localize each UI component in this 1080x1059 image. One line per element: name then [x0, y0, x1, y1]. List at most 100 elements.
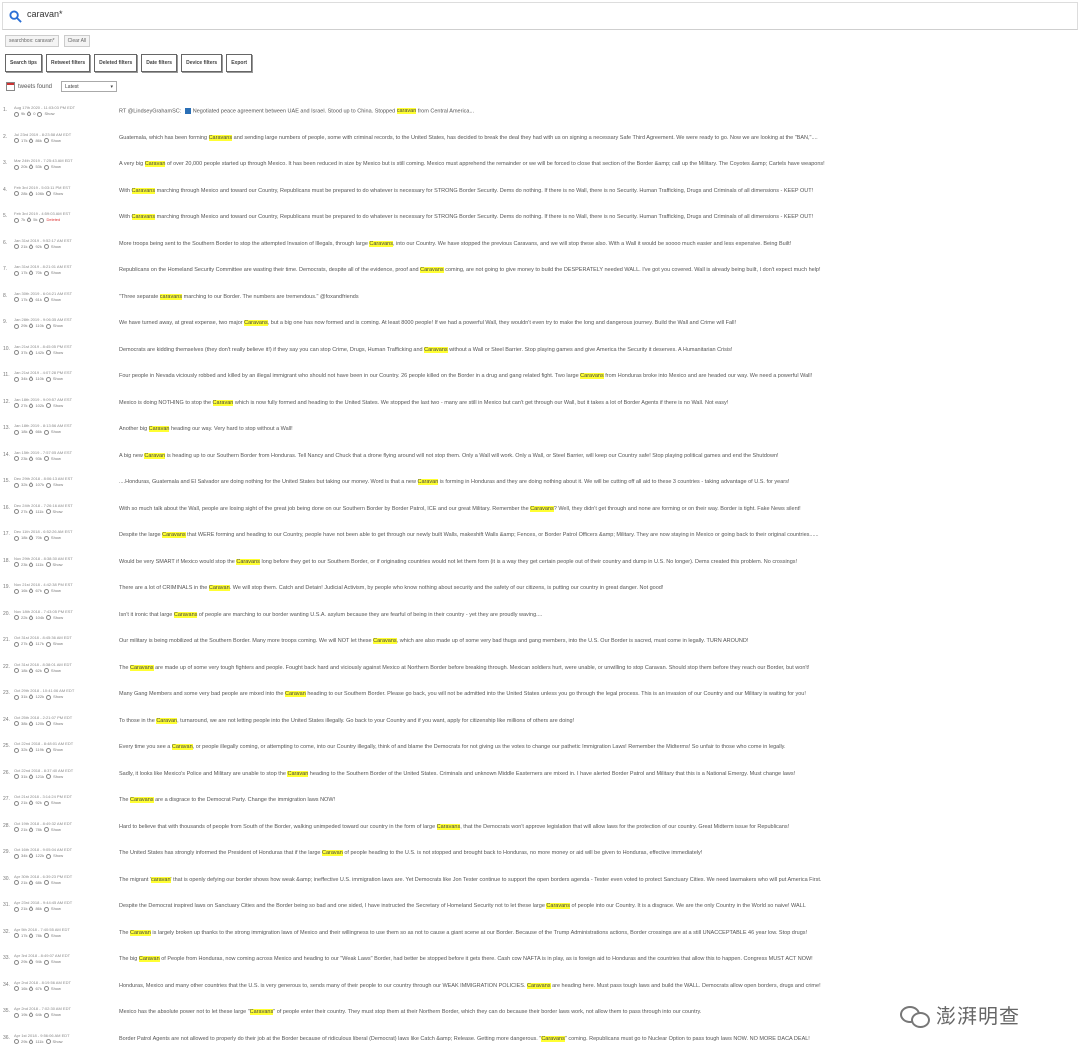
show-link[interactable]: Show — [53, 350, 63, 356]
tweet-date-link[interactable]: Jan 28th 2019 - 9:06:35 AM EST — [14, 317, 114, 322]
tweet-date-link[interactable]: Dec 29th 2018 - 8:06:13 AM EST — [14, 476, 114, 481]
tweet-text[interactable]: Despite the Democrat inspired laws on Sa… — [119, 903, 1077, 910]
date-filters-button[interactable]: Date filters — [141, 54, 178, 72]
show-link[interactable]: Show — [53, 509, 63, 515]
show-link[interactable]: Show — [53, 774, 63, 780]
tweet-text[interactable]: Democrats are kidding themselves (they d… — [119, 346, 1077, 354]
tweet-text[interactable]: Our military is being mobilized at the S… — [119, 638, 1077, 645]
show-link[interactable]: Show — [51, 933, 61, 939]
show-link[interactable]: Show — [44, 111, 54, 117]
show-link[interactable]: Show — [51, 1012, 61, 1018]
clear-all-button[interactable]: Clear All — [63, 35, 91, 47]
tweet-text[interactable]: Would be very SMART if Mexico would stop… — [119, 558, 1077, 566]
tweet-date-link[interactable]: Jan 30th 2019 - 6:04:21 AM EST — [14, 291, 114, 296]
tweet-text[interactable]: Isn't it ironic that large Caravans of p… — [119, 611, 1077, 619]
show-link[interactable]: Show — [53, 323, 63, 329]
tweet-text[interactable]: More troops being sent to the Southern B… — [119, 240, 1077, 248]
show-link[interactable]: Show — [51, 456, 61, 462]
tweet-text[interactable]: The Caravan is largely broken up thanks … — [119, 929, 1077, 937]
tweet-text[interactable]: Many Gang Members and some very bad peop… — [119, 691, 1077, 698]
show-link[interactable]: Show — [53, 853, 63, 859]
show-link[interactable]: Show — [51, 827, 61, 833]
tweet-date-link[interactable]: Apr 23rd 2018 - 9:44:45 AM EDT — [14, 900, 114, 905]
sort-select[interactable]: Latest ▾ — [61, 81, 118, 92]
tweet-text[interactable]: The migrant 'caravan' that is openly def… — [119, 876, 1077, 884]
tweet-date-link[interactable]: Jan 21st 2019 - 8:45:05 PM EST — [14, 344, 114, 349]
tweet-text[interactable]: RT @LindseyGrahamSC: Negotiated peace ag… — [119, 108, 1077, 115]
tweet-text[interactable]: Four people in Nevada viciously robbed a… — [119, 373, 1077, 380]
tweet-text[interactable]: With Caravans marching through Mexico an… — [119, 187, 1077, 195]
tweet-date-link[interactable]: Jul 23rd 2019 - 8:23:58 AM EDT — [14, 132, 114, 137]
show-link[interactable]: Show — [51, 986, 61, 992]
tweet-date-link[interactable]: Nov 29th 2018 - 8:38:30 AM EST — [14, 556, 114, 561]
tweet-date-link[interactable]: Mar 24th 2019 - 7:25:43 AM EDT — [14, 158, 114, 163]
show-link[interactable]: Show — [53, 641, 63, 647]
tweet-text[interactable]: ....Honduras, Guatemala and El Salvador … — [119, 479, 1077, 486]
tweet-date-link[interactable]: Oct 22nd 2018 - 8:37:40 AM EDT — [14, 768, 114, 773]
tweet-text[interactable]: To those in the Caravan, turnaround, we … — [119, 717, 1077, 725]
show-link[interactable]: Show — [53, 562, 63, 568]
tweet-date-link[interactable]: Nov 21st 2018 - 4:42:38 PM EST — [14, 582, 114, 587]
tweet-date-link[interactable]: Jan 18th 2019 - 8:13:56 AM EST — [14, 423, 114, 428]
tweet-date-link[interactable]: Oct 31st 2018 - 8:45:36 AM EDT — [14, 635, 114, 640]
tweet-text[interactable]: The United States has strongly informed … — [119, 850, 1077, 857]
tweet-date-link[interactable]: Jan 31st 2019 - 9:52:17 AM EST — [14, 238, 114, 243]
tweet-date-link[interactable]: Apr 2nd 2018 - 7:02:30 AM EDT — [14, 1006, 114, 1011]
tweet-text[interactable]: Every time you see a Caravan, or people … — [119, 744, 1077, 751]
filter-chip-searchbox[interactable]: searchbox: caravan* — [5, 35, 59, 47]
show-link[interactable]: Show — [53, 191, 63, 197]
tweet-text[interactable]: Sadly, it looks like Mexico's Police and… — [119, 770, 1077, 778]
retweet-filters-button[interactable]: Retweet filters — [45, 54, 91, 72]
search-tips-button[interactable]: Search tips — [5, 54, 42, 72]
tweet-date-link[interactable]: Feb 3rd 2019 - 4:59:03 AM EST — [14, 211, 114, 216]
tweet-date-link[interactable]: Oct 25th 2018 - 2:21:07 PM EDT — [14, 715, 114, 720]
show-link[interactable]: Show — [51, 164, 61, 170]
show-link[interactable]: Show — [53, 403, 63, 409]
show-link[interactable]: Deleted — [46, 217, 60, 223]
tweet-date-link[interactable]: Oct 22nd 2018 - 8:48:01 AM EDT — [14, 741, 114, 746]
tweet-text[interactable]: Mexico is doing NOTHING to stop the Cara… — [119, 399, 1077, 407]
search-bar[interactable] — [2, 2, 1078, 30]
tweet-date-link[interactable]: Oct 16th 2018 - 9:05:04 AM EDT — [14, 847, 114, 852]
tweet-text[interactable]: "Three separate caravans marching to our… — [119, 293, 1077, 301]
tweet-date-link[interactable]: Apr 3rd 2018 - 8:49:07 AM EDT — [14, 953, 114, 958]
tweet-text[interactable]: With Caravans marching through Mexico an… — [119, 214, 1077, 221]
show-link[interactable]: Show — [53, 721, 63, 727]
show-link[interactable]: Show — [51, 800, 61, 806]
tweet-date-link[interactable]: Jan 18th 2019 - 9:09:57 AM EST — [14, 397, 114, 402]
show-link[interactable]: Show — [53, 376, 63, 382]
tweet-date-link[interactable]: Oct 19th 2018 - 8:49:32 AM EDT — [14, 821, 114, 826]
tweet-date-link[interactable]: Jan 21st 2019 - 4:07:28 PM EST — [14, 370, 114, 375]
tweet-date-link[interactable]: Oct 21st 2018 - 3:14:24 PM EDT — [14, 794, 114, 799]
show-link[interactable]: Show — [53, 615, 63, 621]
tweet-text[interactable]: Another big Caravan heading our way. Ver… — [119, 426, 1077, 433]
show-link[interactable]: Show — [51, 959, 61, 965]
tweet-date-link[interactable]: Jan 15th 2019 - 7:57:05 AM EST — [14, 450, 114, 455]
tweet-text[interactable]: The big Caravan of People from Honduras,… — [119, 956, 1077, 963]
tweet-date-link[interactable]: Nov 18th 2018 - 7:43:05 PM EST — [14, 609, 114, 614]
show-link[interactable]: Show — [51, 297, 61, 303]
tweet-date-link[interactable]: Feb 3rd 2019 - 5:03:11 PM EST — [14, 185, 114, 190]
tweet-date-link[interactable]: Oct 29th 2018 - 10:41:06 AM EDT — [14, 688, 114, 693]
search-input[interactable] — [25, 8, 629, 20]
show-link[interactable]: Show — [51, 270, 61, 276]
export-button[interactable]: Export — [226, 54, 253, 72]
tweet-text[interactable]: We have turned away, at great expense, t… — [119, 320, 1077, 327]
tweet-text[interactable]: With so much talk about the Wall, people… — [119, 505, 1077, 513]
tweet-text[interactable]: A big new Caravan is heading up to our S… — [119, 452, 1077, 460]
tweet-text[interactable]: The Caravans are a disgrace to the Democ… — [119, 797, 1077, 804]
tweet-text[interactable]: A very big Caravan of over 20,000 people… — [119, 161, 1077, 168]
show-link[interactable]: Show — [51, 244, 61, 250]
show-link[interactable]: Show — [51, 668, 61, 674]
tweet-text[interactable]: Hard to believe that with thousands of p… — [119, 823, 1077, 831]
show-link[interactable]: Show — [51, 429, 61, 435]
tweet-text[interactable]: Despite the large Caravans that WERE for… — [119, 532, 1077, 539]
tweet-date-link[interactable]: Apr 5th 2018 - 7:40:55 AM EDT — [14, 927, 114, 932]
show-link[interactable]: Show — [53, 747, 63, 753]
deleted-filters-button[interactable]: Deleted filters — [94, 54, 138, 72]
device-filters-button[interactable]: Device filters — [181, 54, 223, 72]
show-link[interactable]: Show — [51, 535, 61, 541]
tweet-date-link[interactable]: Oct 31st 2018 - 8:38:01 AM EDT — [14, 662, 114, 667]
tweet-date-link[interactable]: Dec 11th 2018 - 6:52:26 AM EST — [14, 529, 114, 534]
show-link[interactable]: Show — [51, 588, 61, 594]
